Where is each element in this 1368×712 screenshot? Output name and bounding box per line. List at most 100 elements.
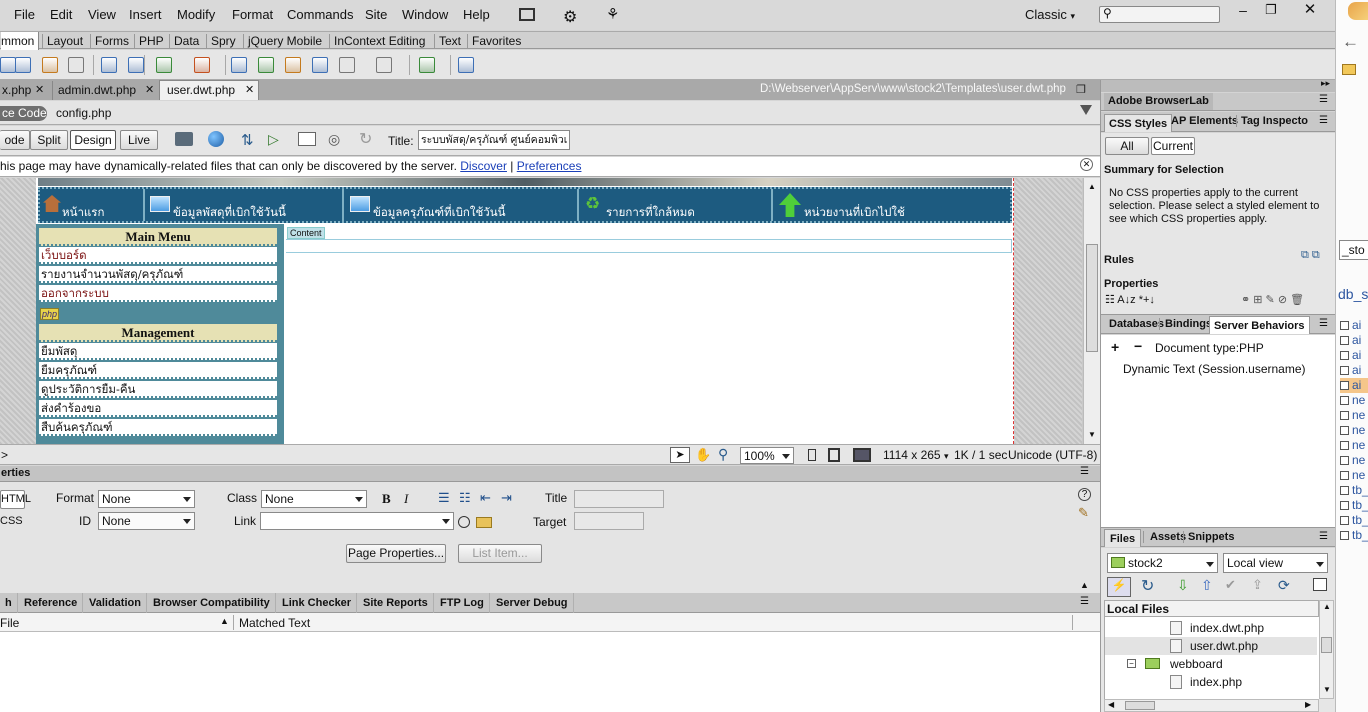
panel-menu-icon[interactable]: ☰ xyxy=(1319,115,1328,126)
split-view-button[interactable]: Split xyxy=(30,130,68,150)
db-table-item[interactable]: ne xyxy=(1340,468,1368,483)
local-files-header[interactable]: Local Files xyxy=(1104,600,1319,617)
db-table-item[interactable]: tb_ xyxy=(1340,528,1368,543)
tree-row[interactable]: index.php xyxy=(1105,673,1320,691)
file-management-icon[interactable]: ⇅ xyxy=(241,131,254,149)
close-button[interactable]: ✕ xyxy=(1290,0,1330,20)
desktop-size-icon[interactable] xyxy=(853,448,871,462)
close-tab-icon[interactable]: ✕ xyxy=(145,81,154,99)
page-title-input[interactable]: ระบบพัสดุ/ครุภัณฑ์ ศูนย์คอมพิวเ xyxy=(418,130,570,150)
doc-tab-x[interactable]: x.php ✕ xyxy=(0,81,50,100)
panel-menu-icon[interactable]: ☰ xyxy=(1319,94,1328,105)
preferences-link[interactable]: Preferences xyxy=(517,159,582,173)
table-icon[interactable] xyxy=(101,57,117,73)
menu-help[interactable]: Help xyxy=(463,7,490,22)
refresh-icon[interactable]: ↻ xyxy=(359,129,372,149)
db-table-item[interactable]: ne xyxy=(1340,393,1368,408)
tree-row-selected[interactable]: user.dwt.php xyxy=(1105,637,1317,655)
nav-equipment-today[interactable]: ข้อมูลครุภัณฑ์ที่เบิกใช้วันนี้ xyxy=(373,204,505,222)
doc-tab-user[interactable]: user.dwt.php ✕ xyxy=(159,80,259,100)
media-icon[interactable] xyxy=(194,57,210,73)
menu-view[interactable]: View xyxy=(88,7,116,22)
insert-tab-9[interactable]: Favorites xyxy=(472,32,521,50)
zoom-select[interactable]: 100% xyxy=(740,447,794,464)
files-v-scrollbar[interactable]: ▲ ▼ xyxy=(1319,600,1334,699)
menu-format[interactable]: Format xyxy=(232,7,273,22)
hyperlink-icon[interactable] xyxy=(0,57,16,73)
menu-site[interactable]: Site xyxy=(365,7,387,22)
widget-icon[interactable] xyxy=(231,57,247,73)
property-view-icons[interactable]: ☷ A↓z *+↓ xyxy=(1105,293,1155,306)
layout-icon[interactable] xyxy=(519,8,535,21)
menu-link-borrow-equipment[interactable]: ยืมครุภัณฑ์ xyxy=(39,362,277,379)
db-table-item[interactable]: tb_ xyxy=(1340,498,1368,513)
named-anchor-icon[interactable] xyxy=(42,57,58,73)
results-tab-0[interactable]: h xyxy=(0,593,18,613)
menu-link-request[interactable]: ส่งคำร้องขอ xyxy=(39,400,277,417)
target-select[interactable] xyxy=(574,512,644,530)
nav-low-stock[interactable]: รายการที่ใกล้หมด xyxy=(606,204,695,222)
mobile-size-icon[interactable] xyxy=(808,449,816,461)
panel-menu-icon[interactable]: ☰ xyxy=(1319,318,1328,329)
sync-icon[interactable]: ⟳ xyxy=(1278,577,1290,594)
multiscreen-icon[interactable] xyxy=(175,132,193,146)
filter-icon[interactable] xyxy=(1080,105,1092,115)
db-table-item[interactable]: ai xyxy=(1340,363,1368,378)
db-table-item[interactable]: tb_ xyxy=(1340,483,1368,498)
put-files-icon[interactable]: ⇧ xyxy=(1201,577,1213,594)
browse-folder-icon[interactable] xyxy=(476,517,492,528)
indent-icon[interactable]: ⇥ xyxy=(501,490,512,506)
live-view-button[interactable]: Live xyxy=(120,130,158,150)
db-table-item[interactable]: ne xyxy=(1340,453,1368,468)
results-tab-5[interactable]: Site Reports xyxy=(358,593,434,613)
menu-link-search[interactable]: สืบค้นครุภัณฑ์ xyxy=(39,419,277,436)
remove-behavior-button[interactable]: − xyxy=(1134,338,1142,354)
class-select[interactable]: None xyxy=(261,490,367,508)
insert-tab-8[interactable]: Text xyxy=(439,32,461,50)
results-tab-6[interactable]: FTP Log xyxy=(435,593,490,613)
design-view-button[interactable]: Design xyxy=(70,130,116,150)
behavior-dynamic-text[interactable]: Dynamic Text (Session.username) xyxy=(1123,362,1306,376)
menu-link-webboard[interactable]: เว็บบอร์ด xyxy=(39,247,277,264)
select-tool-icon[interactable]: ➤ xyxy=(670,447,690,463)
search-input[interactable]: ⚲ xyxy=(1099,6,1220,23)
templates-icon[interactable] xyxy=(419,57,435,73)
image-icon[interactable] xyxy=(156,57,172,73)
db-table-item[interactable]: ai xyxy=(1340,348,1368,363)
sort-asc-icon[interactable]: ▲ xyxy=(220,616,229,626)
insert-tab-1[interactable]: Layout xyxy=(47,32,83,50)
panel-menu-icon[interactable]: ☰ xyxy=(1080,596,1089,607)
point-to-file-icon[interactable] xyxy=(458,516,470,528)
expand-files-icon[interactable] xyxy=(1313,578,1327,591)
collapse-icon[interactable]: ▲ xyxy=(1080,580,1089,590)
results-tab-7[interactable]: Server Debug xyxy=(491,593,574,613)
db-table-item[interactable]: ne xyxy=(1340,438,1368,453)
add-behavior-button[interactable]: + xyxy=(1111,339,1119,355)
html-mode-button[interactable]: HTML xyxy=(0,490,31,509)
close-tab-icon[interactable]: ✕ xyxy=(245,81,254,100)
discover-link[interactable]: Discover xyxy=(460,159,507,173)
collapse-toggle-icon[interactable]: − xyxy=(1127,659,1136,668)
menu-insert[interactable]: Insert xyxy=(129,7,162,22)
list-item-button[interactable]: List Item... xyxy=(458,544,542,563)
tab-server-behaviors[interactable]: Server Behaviors xyxy=(1209,316,1310,334)
window-size[interactable]: 1114 x 265 ▾ xyxy=(883,448,948,462)
db-label[interactable]: db_s xyxy=(1338,286,1368,302)
restore-doc-icon[interactable]: ❐ xyxy=(1076,83,1086,96)
tree-row[interactable]: index.dwt.php xyxy=(1105,619,1320,637)
panel-menu-icon[interactable]: ☰ xyxy=(1080,466,1089,477)
tab-databases[interactable]: Databases xyxy=(1109,318,1164,330)
tab-css-styles[interactable]: CSS Styles xyxy=(1104,114,1173,132)
server-side-include-icon[interactable] xyxy=(285,57,301,73)
menu-commands[interactable]: Commands xyxy=(287,7,353,22)
visual-aids-icon[interactable]: ▷ xyxy=(268,131,279,148)
tree-row[interactable]: − webboard xyxy=(1105,655,1320,673)
email-link-icon[interactable] xyxy=(15,57,31,73)
nav-home[interactable]: หน้าแรก xyxy=(62,204,104,222)
browserlab-header[interactable]: Adobe BrowserLab ☰ xyxy=(1101,93,1336,111)
all-mode-button[interactable]: All xyxy=(1105,137,1149,155)
gear-icon[interactable]: ⚙ xyxy=(563,7,577,27)
property-action-icons[interactable]: ⚭ ⊞ ✎ ⊘ 🗑 xyxy=(1241,293,1304,306)
source-code-button[interactable]: ce Code xyxy=(0,106,47,121)
back-arrow-icon[interactable]: ← xyxy=(1342,32,1359,52)
